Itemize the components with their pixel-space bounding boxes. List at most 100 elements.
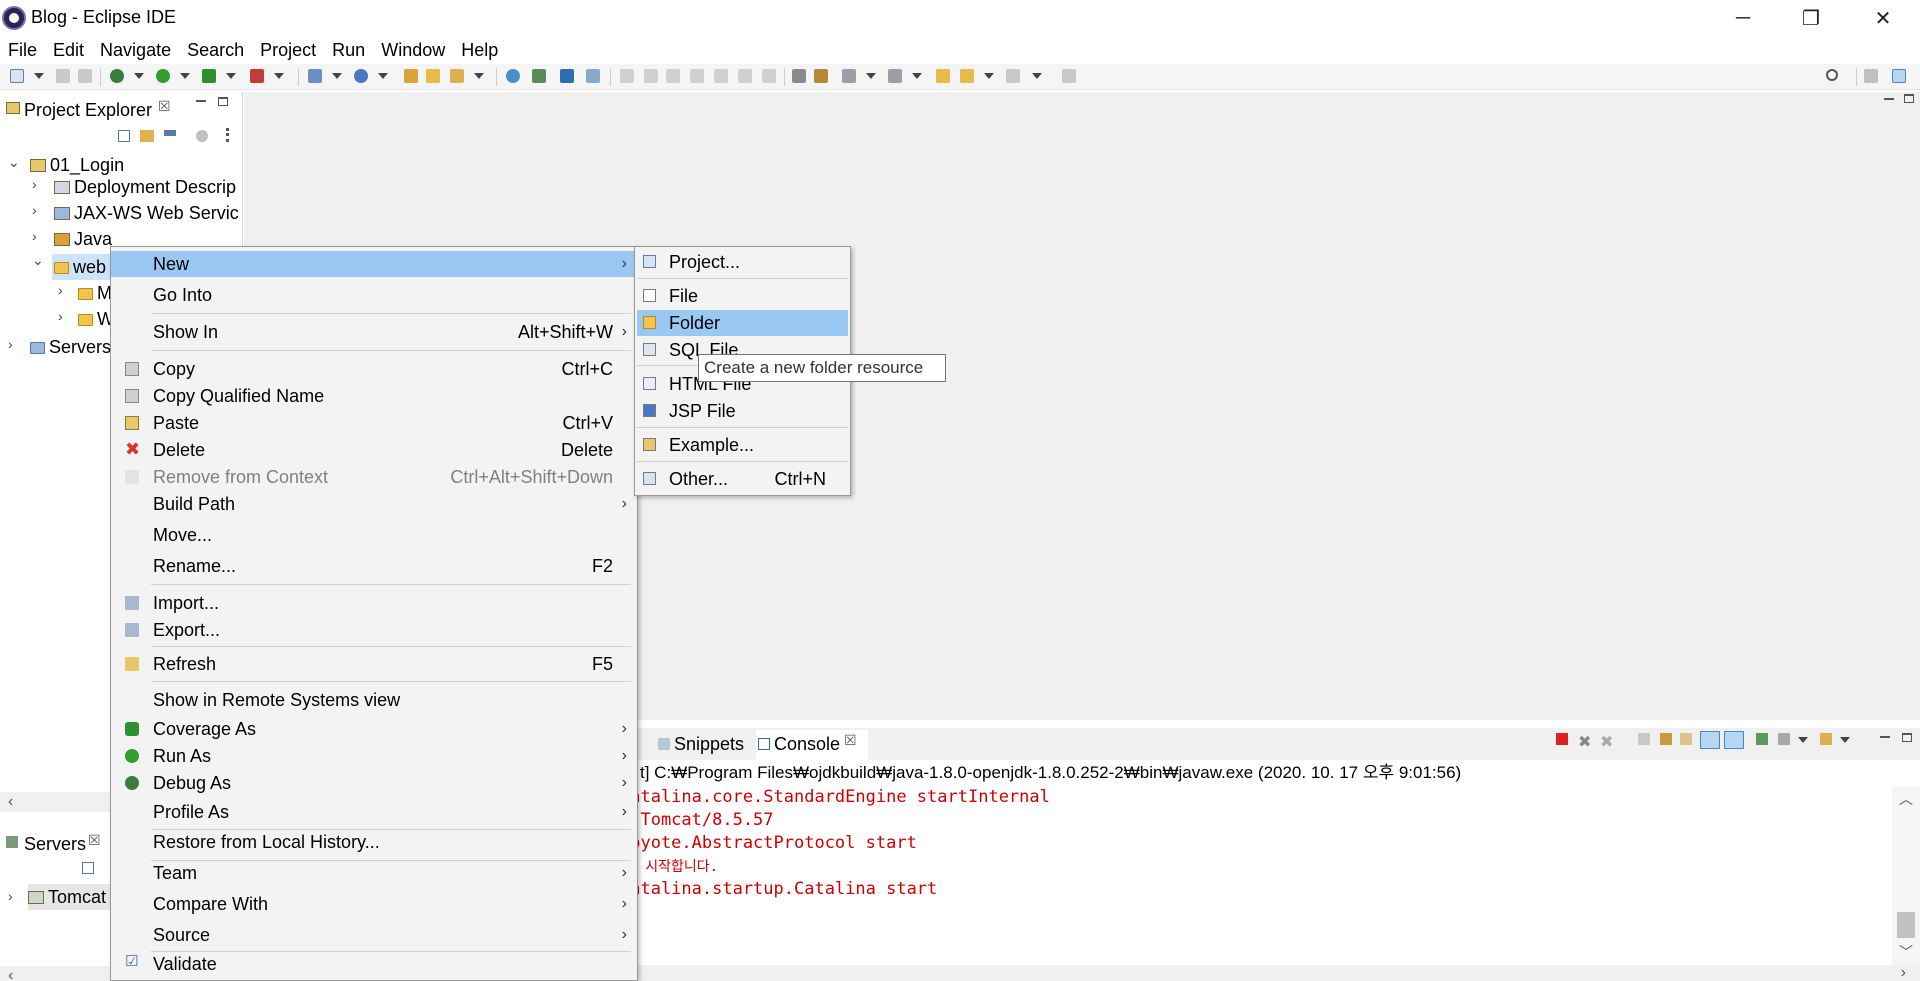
task-icon[interactable] xyxy=(450,69,464,83)
menu-item-restore-local-history[interactable]: Restore from Local History... xyxy=(111,829,637,855)
step-return-icon[interactable] xyxy=(762,69,776,83)
show-stderr-icon[interactable] xyxy=(1724,731,1744,749)
menu-item-remove-from-context[interactable]: Remove from Context Ctrl+Alt+Shift+Down xyxy=(111,464,637,490)
disconnect-icon[interactable] xyxy=(690,69,704,83)
previous-annotation-icon[interactable] xyxy=(888,69,902,83)
new-server-icon[interactable] xyxy=(308,69,322,83)
menu-item-new[interactable]: New › xyxy=(111,251,637,277)
back-dropdown-icon[interactable] xyxy=(984,73,994,79)
open-console-icon[interactable] xyxy=(1820,733,1832,745)
maximize-editor-icon[interactable] xyxy=(1904,94,1914,103)
chevron-down-icon[interactable]: ⌄ xyxy=(32,252,44,269)
open-folder-icon[interactable] xyxy=(426,69,440,83)
new-class-icon[interactable] xyxy=(354,69,368,83)
submenu-item-project[interactable]: Project... xyxy=(637,249,848,275)
external-tools-icon[interactable] xyxy=(250,69,264,83)
focus-icon[interactable] xyxy=(196,130,208,142)
coverage-icon[interactable] xyxy=(202,69,216,83)
step-into-icon[interactable] xyxy=(714,69,728,83)
menu-file[interactable]: File xyxy=(0,36,45,64)
submenu-item-other[interactable]: Other... Ctrl+N xyxy=(637,466,848,492)
chevron-right-icon[interactable]: › xyxy=(8,336,13,352)
menu-item-rename[interactable]: Rename... F2 xyxy=(111,553,637,579)
menu-item-team[interactable]: Team › xyxy=(111,860,637,886)
tree-item-jaxws[interactable]: JAX-WS Web Servic xyxy=(54,200,242,226)
save-all-icon[interactable] xyxy=(78,69,92,83)
submenu-item-folder[interactable]: Folder xyxy=(637,310,848,336)
menu-item-show-in[interactable]: Show In Alt+Shift+W › xyxy=(111,319,637,345)
menu-item-export[interactable]: Export... xyxy=(111,617,637,643)
menu-project[interactable]: Project xyxy=(252,36,324,64)
remove-launch-icon[interactable]: ✖ xyxy=(1578,732,1591,752)
tree-item-web-child[interactable]: M xyxy=(78,280,112,306)
console-hscrollbar[interactable]: › xyxy=(620,964,1920,981)
display-console-dropdown-icon[interactable] xyxy=(1798,737,1808,743)
menu-item-delete[interactable]: ✖ Delete Delete xyxy=(111,437,637,463)
suspend-icon[interactable] xyxy=(644,69,658,83)
menu-item-validate[interactable]: ☑ Validate xyxy=(111,951,637,977)
chevron-right-icon[interactable]: › xyxy=(58,308,63,324)
chevron-right-icon[interactable]: › xyxy=(32,202,37,218)
menu-item-refresh[interactable]: Refresh F5 xyxy=(111,651,637,677)
open-type-icon[interactable] xyxy=(404,69,418,83)
coverage-dropdown-icon[interactable] xyxy=(226,73,236,79)
close-tab-icon[interactable]: ☒ xyxy=(158,98,171,115)
tree-item-java[interactable]: Java R xyxy=(54,226,114,252)
maximize-view-icon[interactable] xyxy=(218,97,228,106)
menu-run[interactable]: Run xyxy=(324,36,373,64)
collapse-all-icon[interactable] xyxy=(118,130,130,142)
project-explorer-tab[interactable]: Project Explorer ☒ xyxy=(0,92,180,126)
show-stdout-icon[interactable] xyxy=(1700,731,1720,749)
chevron-right-icon[interactable]: › xyxy=(8,888,13,904)
menu-item-source[interactable]: Source › xyxy=(111,922,637,948)
menu-item-debug-as[interactable]: Debug As › xyxy=(111,770,637,796)
tab-console[interactable]: Console xyxy=(774,734,840,755)
external-tools-dropdown-icon[interactable] xyxy=(274,73,284,79)
task-dropdown-icon[interactable] xyxy=(474,73,484,79)
chevron-right-icon[interactable]: › xyxy=(58,282,63,298)
filter-icon[interactable] xyxy=(164,130,176,142)
tree-item-web-child[interactable]: W xyxy=(78,306,112,332)
menu-item-copy[interactable]: Copy Ctrl+C xyxy=(111,356,637,382)
chevron-down-icon[interactable]: ⌄ xyxy=(8,154,20,171)
menu-item-compare-with[interactable]: Compare With › xyxy=(111,891,637,917)
server-dropdown-icon[interactable] xyxy=(332,73,342,79)
menu-item-paste[interactable]: Paste Ctrl+V xyxy=(111,410,637,436)
run-icon[interactable] xyxy=(156,69,170,83)
scroll-right-icon[interactable]: › xyxy=(1901,964,1906,981)
submenu-item-file[interactable]: File xyxy=(637,283,848,309)
scroll-lock-icon[interactable] xyxy=(1660,733,1672,745)
remove-all-icon[interactable]: ✖ xyxy=(1600,732,1613,752)
pin-console-icon[interactable] xyxy=(1756,733,1768,745)
tree-item-tomcat[interactable]: Tomcat xyxy=(28,884,114,910)
scroll-up-icon[interactable]: ︿ xyxy=(1899,789,1913,809)
console-toolbar-icon[interactable] xyxy=(560,69,574,83)
open-console-dropdown-icon[interactable] xyxy=(1840,737,1850,743)
toggle-whitespace-icon[interactable] xyxy=(814,69,828,83)
scroll-left-icon[interactable]: ‹ xyxy=(8,793,13,811)
close-window-button[interactable]: ✕ xyxy=(1850,0,1916,36)
search-icon[interactable] xyxy=(1826,69,1838,81)
globe-icon[interactable] xyxy=(506,69,520,83)
minimize-view-icon[interactable] xyxy=(1880,736,1890,738)
resume-icon[interactable] xyxy=(620,69,634,83)
forward-dropdown-icon[interactable] xyxy=(1032,73,1042,79)
submenu-item-example[interactable]: Example... xyxy=(637,432,848,458)
menu-window[interactable]: Window xyxy=(373,36,453,64)
menu-item-copy-qualified-name[interactable]: Copy Qualified Name xyxy=(111,383,637,409)
submenu-item-jsp-file[interactable]: JSP File xyxy=(637,398,848,424)
class-dropdown-icon[interactable] xyxy=(378,73,388,79)
collapse-all-icon[interactable] xyxy=(82,862,94,874)
menu-item-move[interactable]: Move... xyxy=(111,522,637,548)
restore-button[interactable]: ❐ xyxy=(1778,0,1844,36)
chevron-right-icon[interactable]: › xyxy=(32,176,37,192)
new-dropdown-icon[interactable] xyxy=(34,73,44,79)
save-icon[interactable] xyxy=(56,69,70,83)
tree-item-deployment[interactable]: Deployment Descrip xyxy=(54,174,242,200)
minimize-view-icon[interactable] xyxy=(196,100,206,102)
scroll-down-icon[interactable]: ﹀ xyxy=(1899,942,1913,962)
close-tab-icon[interactable]: ☒ xyxy=(88,832,101,849)
chevron-right-icon[interactable]: › xyxy=(32,228,37,244)
menu-item-import[interactable]: Import... xyxy=(111,590,637,616)
mark-occurrences-icon[interactable] xyxy=(586,69,600,83)
